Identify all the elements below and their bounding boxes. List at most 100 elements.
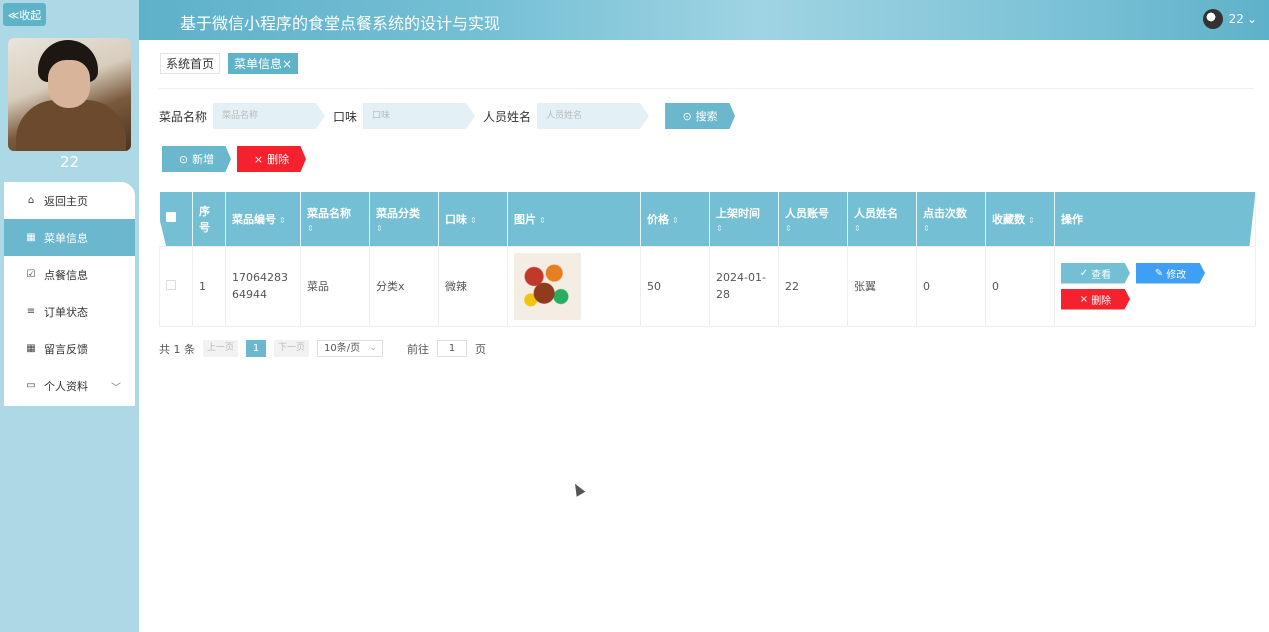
cell-price: 50: [640, 245, 710, 327]
sidebar-item-feedback[interactable]: ▦ 留言反馈: [4, 330, 135, 367]
header-username: 22: [1228, 12, 1244, 26]
collapse-button[interactable]: ≪收起: [3, 3, 46, 26]
header-operations: 操作: [1054, 192, 1256, 246]
total-count: 共 1 条: [159, 342, 195, 356]
list-icon: ≡: [26, 306, 36, 317]
prev-page-button[interactable]: 上一页: [203, 340, 239, 357]
cell-dish-code: 1706428364944: [225, 245, 301, 327]
sidebar-item-menu-info[interactable]: ▦ 菜单信息: [4, 219, 135, 256]
menu-table: 序号 菜品编号 ⇕ 菜品名称 ⇕ 菜品分类 ⇕ 口味 ⇕ 图片 ⇕ 价格 ⇕ 上架时间 ⇕ 人…: [159, 192, 1256, 327]
cell-image: [507, 245, 641, 327]
home-icon: ⌂: [27, 195, 35, 206]
cell-operations: ✓ 查看 ✎ 修改 × 删除: [1054, 245, 1256, 327]
card-icon: ▭: [26, 380, 36, 391]
header-listed-time[interactable]: 上架时间 ⇕: [709, 192, 779, 246]
grid-icon: ▦: [26, 343, 36, 354]
delete-button[interactable]: × 删除: [237, 146, 306, 172]
search-button[interactable]: ⊙ 搜索: [665, 103, 736, 129]
sidebar-menu: ⌂ 返回主页 ▦ 菜单信息 ☑ 点餐信息 ≡ 订单状态 ▦ 留言反馈 ▭ 个人资…: [4, 182, 135, 406]
action-bar: ⊙ 新增 × 删除: [162, 146, 306, 172]
close-icon: ×: [253, 152, 264, 166]
sidebar-item-order-status[interactable]: ≡ 订单状态: [4, 293, 135, 330]
taste-label: 口味: [333, 109, 358, 124]
page-number-button[interactable]: 1: [246, 340, 267, 357]
grid-icon: ▦: [26, 232, 36, 243]
person-name-input[interactable]: 人员姓名: [537, 103, 650, 129]
select-all-header: [159, 192, 193, 246]
row-actions: ✓ 查看 ✎ 修改 × 删除: [1061, 262, 1211, 310]
header-account[interactable]: 人员账号 ⇕: [778, 192, 848, 246]
header: 基于微信小程序的食堂点餐系统的设计与实现 22 ⌄: [139, 0, 1269, 40]
sidebar-item-home[interactable]: ⌂ 返回主页: [4, 182, 135, 219]
add-icon: ⊙: [178, 152, 189, 166]
sort-icon: ⇕: [1028, 215, 1035, 225]
close-icon[interactable]: ×: [282, 57, 292, 71]
select-all-checkbox[interactable]: [165, 212, 176, 223]
tab-label: 菜单信息: [234, 57, 283, 71]
header-image[interactable]: 图片 ⇕: [507, 192, 641, 246]
sort-icon: ⇕: [376, 223, 383, 233]
edit-button-label: 修改: [1166, 269, 1187, 281]
sidebar-item-label: 订单状态: [44, 305, 88, 319]
sidebar-item-profile[interactable]: ▭ 个人资料 ﹀: [4, 367, 135, 404]
user-avatar-icon: [1202, 9, 1223, 29]
delete-button-label: 删除: [267, 153, 290, 166]
sidebar-item-label: 返回主页: [44, 194, 88, 208]
header-person-name[interactable]: 人员姓名 ⇕: [847, 192, 917, 246]
cell-listed-time: 2024-01-28: [709, 245, 779, 327]
add-button-label: 新增: [192, 153, 215, 166]
chevron-down-icon: ⌄: [369, 343, 378, 353]
page-size-select[interactable]: 10条/页 ⌄: [317, 340, 384, 357]
sort-icon: ⇕: [539, 215, 546, 225]
sidebar-item-order-info[interactable]: ☑ 点餐信息: [4, 256, 135, 293]
next-page-button[interactable]: 下一页: [274, 340, 310, 357]
view-button[interactable]: ✓ 查看: [1061, 262, 1130, 284]
cell-clicks: 0: [916, 245, 986, 327]
view-button-label: 查看: [1091, 269, 1112, 281]
sidebar-item-label: 个人资料: [44, 379, 88, 393]
sidebar-username: 22: [59, 153, 80, 171]
cell-dish-name: 菜品: [300, 245, 370, 327]
chevron-down-icon: ⌄: [1246, 12, 1257, 26]
edit-icon: ✎: [1154, 267, 1164, 279]
dish-name-input[interactable]: 菜品名称: [213, 103, 326, 129]
goto-page-input[interactable]: 1: [437, 340, 468, 357]
header-taste[interactable]: 口味 ⇕: [438, 192, 508, 246]
add-button[interactable]: ⊙ 新增: [162, 146, 231, 172]
header-favorites[interactable]: 收藏数 ⇕: [985, 192, 1055, 246]
check-icon: ✓: [1079, 267, 1089, 279]
checkbox-icon: ☑: [26, 269, 36, 280]
header-dish-name[interactable]: 菜品名称 ⇕: [300, 192, 370, 246]
header-clicks[interactable]: 点击次数 ⇕: [916, 192, 986, 246]
tab-home[interactable]: 系统首页: [160, 53, 221, 74]
dish-image: [514, 252, 581, 320]
delete-button-label: 删除: [1091, 295, 1112, 307]
header-dish-category[interactable]: 菜品分类 ⇕: [369, 192, 439, 246]
tab-menu-info[interactable]: 菜单信息×: [228, 53, 299, 74]
sidebar: ≪收起 22 ⌂ 返回主页 ▦ 菜单信息 ☑ 点餐信息 ≡ 订单状态 ▦ 留言反…: [0, 0, 139, 632]
row-checkbox[interactable]: [166, 279, 176, 290]
cell-account: 22: [778, 245, 848, 327]
goto-label: 前往: [407, 342, 430, 356]
user-menu[interactable]: 22 ⌄: [1202, 9, 1257, 29]
cell-favorites: 0: [985, 245, 1055, 327]
sort-icon: ⇕: [716, 223, 723, 233]
divider: [159, 88, 1254, 89]
app-title: 基于微信小程序的食堂点餐系统的设计与实现: [180, 14, 501, 33]
avatar: [8, 38, 131, 151]
taste-input[interactable]: 口味: [363, 103, 476, 129]
sort-icon: ⇕: [470, 215, 477, 225]
edit-button[interactable]: ✎ 修改: [1136, 262, 1205, 284]
row-delete-button[interactable]: × 删除: [1061, 288, 1130, 310]
search-button-label: 搜索: [695, 110, 718, 123]
header-price[interactable]: 价格 ⇕: [640, 192, 710, 246]
header-index: 序号: [192, 192, 226, 246]
search-bar: 菜品名称 菜品名称 口味 口味 人员姓名 人员姓名 ⊙ 搜索: [159, 103, 736, 129]
search-icon: ⊙: [682, 109, 692, 123]
table-row: 1 1706428364944 菜品 分类x 微辣 50 2024-01-28 …: [159, 245, 1256, 327]
person-name-label: 人员姓名: [483, 109, 532, 124]
close-icon: ×: [1079, 293, 1089, 305]
cell-person-name: 张翼: [847, 245, 917, 327]
header-dish-code[interactable]: 菜品编号 ⇕: [225, 192, 301, 246]
sort-icon: ⇕: [923, 223, 930, 233]
